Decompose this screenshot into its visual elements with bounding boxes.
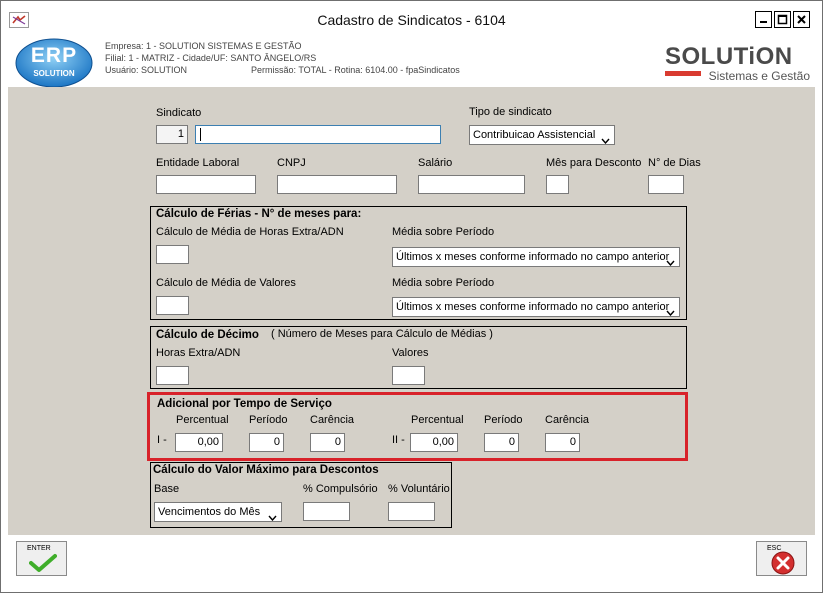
solution-logo-bar xyxy=(665,71,701,76)
tipo-sindicato-select[interactable]: Contribuicao Assistencial xyxy=(469,125,615,145)
tipo-sindicato-label: Tipo de sindicato xyxy=(469,106,552,118)
ferias-media2-select[interactable]: Últimos x meses conforme informado no ca… xyxy=(392,297,680,317)
maximo-voluntario-input[interactable] xyxy=(388,502,435,521)
application-window: Cadastro de Sindicatos - 6104 ERP SOLUTI… xyxy=(0,0,823,593)
solution-logo: SOLUTiON Sistemas e Gestão xyxy=(665,43,810,83)
ferias-horas-input[interactable] xyxy=(156,245,189,264)
adicional-percentual-label-2: Percentual xyxy=(411,414,464,426)
empresa-text: Empresa: 1 - SOLUTION SISTEMAS E GESTÃO xyxy=(105,41,302,51)
adicional-row1-carencia-input[interactable]: 0 xyxy=(310,433,345,452)
session-info: Empresa: 1 - SOLUTION SISTEMAS E GESTÃO … xyxy=(105,40,460,76)
sindicato-code-input[interactable]: 1 xyxy=(156,125,188,144)
title-bar: Cadastro de Sindicatos - 6104 xyxy=(1,1,822,33)
adicional-row1-percentual-input[interactable]: 0,00 xyxy=(175,433,223,452)
maximo-compulsorio-label: % Compulsório xyxy=(303,483,378,495)
ferias-media1-value: Últimos x meses conforme informado no ca… xyxy=(396,251,670,263)
ferias-horas-label: Cálculo de Média de Horas Extra/ADN xyxy=(156,226,344,238)
sindicato-label: Sindicato xyxy=(156,107,202,119)
filial-text: Filial: 1 - MATRIZ - Cidade/UF: SANTO ÂN… xyxy=(105,53,317,63)
decimo-title: Cálculo de Décimo xyxy=(156,329,259,341)
ferias-media2-value: Últimos x meses conforme informado no ca… xyxy=(396,301,670,313)
adicional-row2-percentual-input[interactable]: 0,00 xyxy=(410,433,458,452)
decimo-horas-input[interactable] xyxy=(156,366,189,385)
mes-desconto-label: Mês para Desconto xyxy=(546,157,642,169)
erp-logo: ERP SOLUTION xyxy=(15,38,93,88)
salario-label: Salário xyxy=(418,157,453,169)
ferias-media2-label: Média sobre Período xyxy=(392,277,495,289)
entidade-label: Entidade Laboral xyxy=(156,157,240,169)
enter-confirm-button[interactable]: ENTER xyxy=(16,541,67,576)
decimo-valores-label: Valores xyxy=(392,347,429,359)
erp-logo-subtext: SOLUTION xyxy=(33,69,75,78)
ferias-title: Cálculo de Férias - N° de meses para: xyxy=(156,208,362,220)
salario-input[interactable] xyxy=(418,175,525,194)
adicional-row2-periodo-input[interactable]: 0 xyxy=(484,433,519,452)
mes-desconto-input[interactable] xyxy=(546,175,569,194)
chevron-down-icon xyxy=(601,132,610,144)
permissao-text: Permissão: TOTAL - Rotina: 6104.00 - fpa… xyxy=(251,65,460,75)
header-panel: ERP SOLUTION Empresa: 1 - SOLUTION SISTE… xyxy=(8,33,815,88)
adicional-periodo-label-2: Período xyxy=(484,414,523,426)
chevron-down-icon xyxy=(268,509,277,521)
decimo-horas-label: Horas Extra/ADN xyxy=(156,347,241,359)
maximo-base-label: Base xyxy=(154,483,180,495)
cnpj-input[interactable] xyxy=(277,175,397,194)
dias-input[interactable] xyxy=(648,175,684,194)
adicional-percentual-label-1: Percentual xyxy=(176,414,229,426)
maximo-base-value: Vencimentos do Mês xyxy=(158,506,261,518)
maximo-voluntario-label: % Voluntário xyxy=(388,483,450,495)
decimo-subtitle: ( Número de Meses para Cálculo de Médias… xyxy=(271,328,493,340)
chevron-down-icon xyxy=(666,304,675,316)
tipo-sindicato-value: Contribuicao Assistencial xyxy=(473,129,596,141)
adicional-title: Adicional por Tempo de Serviço xyxy=(157,398,332,410)
sindicato-name-input[interactable] xyxy=(195,125,441,144)
cancel-x-icon xyxy=(770,550,796,579)
maximo-compulsorio-input[interactable] xyxy=(303,502,350,521)
cnpj-label: CNPJ xyxy=(277,157,306,169)
enter-caption: ENTER xyxy=(27,545,51,552)
erp-logo-text: ERP xyxy=(30,44,78,67)
solution-logo-name: SOLUTiON xyxy=(665,43,793,70)
ferias-media1-select[interactable]: Últimos x meses conforme informado no ca… xyxy=(392,247,680,267)
text-cursor xyxy=(200,128,201,141)
adicional-row1-periodo-input[interactable]: 0 xyxy=(249,433,284,452)
solution-logo-subtitle: Sistemas e Gestão xyxy=(708,69,810,83)
window-title: Cadastro de Sindicatos - 6104 xyxy=(317,12,506,28)
ferias-valores-label: Cálculo de Média de Valores xyxy=(156,277,296,289)
ferias-valores-input[interactable] xyxy=(156,296,189,315)
chevron-down-icon xyxy=(666,254,675,266)
adicional-row2-carencia-input[interactable]: 0 xyxy=(545,433,580,452)
maximize-button[interactable] xyxy=(774,11,791,28)
adicional-carencia-label-2: Carência xyxy=(545,414,590,426)
decimo-valores-input[interactable] xyxy=(392,366,425,385)
dias-label: N° de Dias xyxy=(648,157,701,169)
adicional-carencia-label-1: Carência xyxy=(310,414,355,426)
checkmark-icon xyxy=(29,553,57,576)
minimize-button[interactable] xyxy=(755,11,772,28)
close-button[interactable] xyxy=(793,11,810,28)
entidade-input[interactable] xyxy=(156,175,256,194)
adicional-row2-label: II - xyxy=(392,434,405,446)
ferias-media1-label: Média sobre Período xyxy=(392,226,495,238)
adicional-periodo-label-1: Período xyxy=(249,414,288,426)
maximo-base-select[interactable]: Vencimentos do Mês xyxy=(154,502,282,522)
esc-cancel-button[interactable]: ESC xyxy=(756,541,807,576)
maximo-title: Cálculo do Valor Máximo para Descontos xyxy=(153,464,379,476)
adicional-row1-label: I - xyxy=(157,434,167,446)
footer-bar xyxy=(8,535,815,585)
